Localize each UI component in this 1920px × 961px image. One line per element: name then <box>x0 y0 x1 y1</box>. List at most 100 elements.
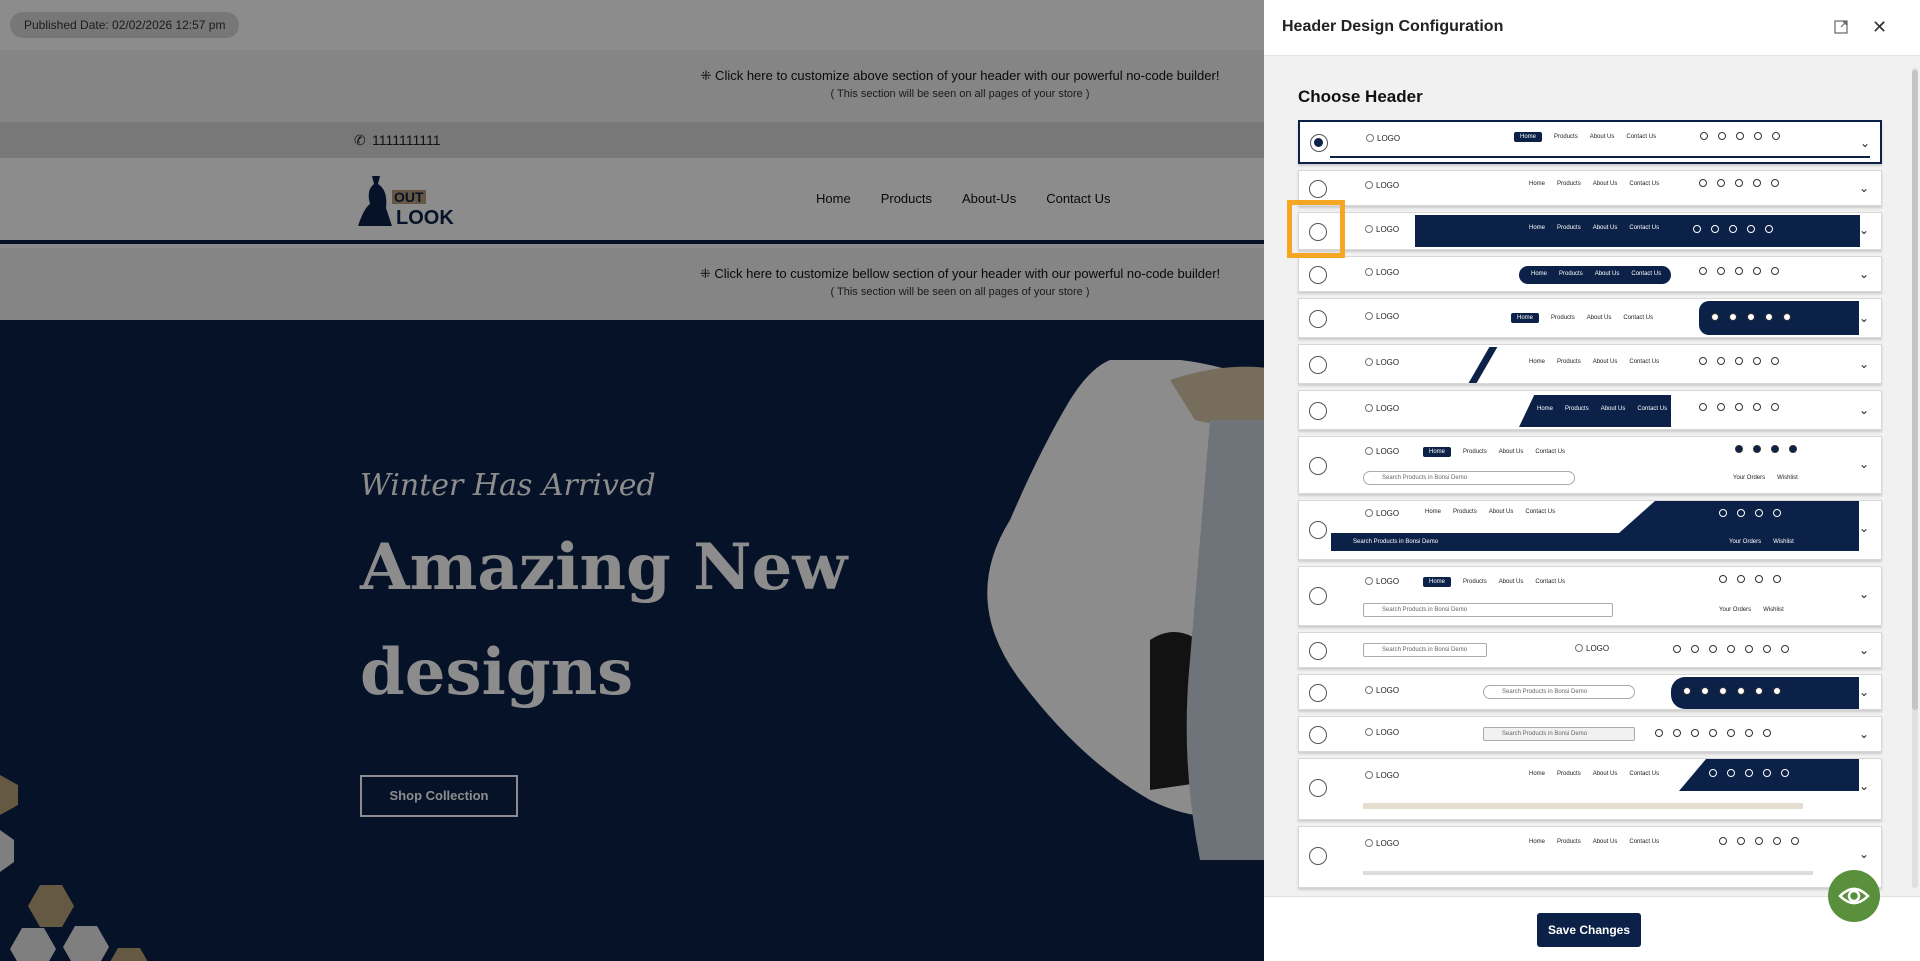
chevron-down-icon[interactable]: ⌄ <box>1859 267 1869 281</box>
header-option-radio[interactable] <box>1310 134 1328 152</box>
header-option-radio[interactable] <box>1309 457 1327 475</box>
header-option-radio[interactable] <box>1309 180 1327 198</box>
header-option-2[interactable]: LOGO Home Products About Us Contact Us ⌄ <box>1298 170 1882 206</box>
mini-nav: Home Products About Us Contact Us <box>1425 509 1555 515</box>
mini-icons <box>1699 357 1779 365</box>
logo-text-bottom: LOOK <box>396 207 454 229</box>
preview-eye-button[interactable] <box>1828 870 1880 922</box>
chevron-down-icon[interactable]: ⌄ <box>1859 223 1869 237</box>
mini-slash <box>1468 347 1498 383</box>
header-option-radio[interactable] <box>1309 587 1327 605</box>
header-option-4[interactable]: LOGO Home Products About Us Contact Us ⌄ <box>1298 256 1882 292</box>
customize-above-section[interactable]: ⁜ Click here to customize above section … <box>0 50 1264 122</box>
chevron-down-icon[interactable]: ⌄ <box>1859 685 1869 699</box>
mini-nav-products: Products <box>1557 181 1581 187</box>
mini-nav: Home Products About Us Contact Us <box>1529 359 1659 365</box>
mini-search-label: Search Products in Bonsi Demo <box>1353 539 1439 545</box>
mini-wishlist: Wishlist <box>1777 475 1798 481</box>
mini-nav-home: Home <box>1423 447 1452 457</box>
chevron-down-icon[interactable]: ⌄ <box>1859 779 1869 793</box>
save-changes-button[interactable]: Save Changes <box>1537 913 1641 947</box>
published-date-badge: Published Date: 02/02/2026 12:57 pm <box>10 12 240 38</box>
mini-nav-home: Home <box>1531 271 1548 277</box>
mini-orders-wishlist: Your Orders Wishlist <box>1733 475 1798 481</box>
mini-icons <box>1700 132 1780 140</box>
header-option-10[interactable]: LOGO Home Products About Us Contact Us S… <box>1298 566 1882 626</box>
hex-decoration <box>0 775 148 961</box>
mini-nav-about: About Us <box>1592 225 1618 231</box>
header-option-radio[interactable] <box>1309 266 1327 284</box>
mini-nav: Home Products About Us Contact Us <box>1529 839 1659 845</box>
panel-scrollbar-thumb[interactable] <box>1912 70 1918 710</box>
store-nav-about[interactable]: About-Us <box>962 191 1016 206</box>
mini-icons <box>1735 445 1797 453</box>
chevron-down-icon[interactable]: ⌄ <box>1859 403 1869 417</box>
header-option-8[interactable]: LOGO Home Products About Us Contact Us S… <box>1298 436 1882 494</box>
phone-row: ✆ 1111111111 <box>0 122 1264 158</box>
store-preview: Published Date: 02/02/2026 12:57 pm ⁜ Cl… <box>0 0 1264 961</box>
hero-script-text: Winter Has Arrived <box>360 468 656 503</box>
mini-nav-products: Products <box>1554 134 1578 140</box>
mini-nav: Home Products About Us Contact Us <box>1529 181 1659 187</box>
header-option-12[interactable]: LOGO Search Products in Bonsi Demo ⌄ <box>1298 674 1882 710</box>
mini-search: Search Products in Bonsi Demo <box>1363 643 1487 657</box>
mini-icons <box>1655 729 1771 737</box>
header-option-14[interactable]: LOGO Home Products About Us Contact Us ⌄ <box>1298 758 1882 820</box>
header-option-15[interactable]: LOGO Home Products About Us Contact Us ⌄ <box>1298 826 1882 888</box>
header-option-radio[interactable] <box>1309 642 1327 660</box>
eye-icon <box>1838 887 1870 905</box>
header-option-radio[interactable] <box>1309 521 1327 539</box>
expand-icon[interactable] <box>1834 20 1848 34</box>
header-option-radio[interactable] <box>1309 847 1327 865</box>
mini-orders: Your Orders <box>1733 475 1766 481</box>
header-option-7[interactable]: LOGO Home Products About Us Contact Us ⌄ <box>1298 390 1882 430</box>
mini-nav-contact: Contact Us <box>1637 406 1668 412</box>
header-option-11[interactable]: Search Products in Bonsi Demo LOGO ⌄ <box>1298 632 1882 668</box>
chevron-down-icon[interactable]: ⌄ <box>1859 847 1869 861</box>
chevron-down-icon[interactable]: ⌄ <box>1859 643 1869 657</box>
store-nav-products[interactable]: Products <box>881 191 932 206</box>
panel-header: Header Design Configuration ✕ <box>1264 0 1920 56</box>
header-option-radio[interactable] <box>1309 402 1327 420</box>
shop-collection-button[interactable]: Shop Collection <box>360 775 518 817</box>
mini-nav-products: Products <box>1551 315 1575 321</box>
header-option-radio[interactable] <box>1309 356 1327 374</box>
chevron-down-icon[interactable]: ⌄ <box>1859 457 1869 471</box>
mini-nav-home: Home <box>1511 313 1540 323</box>
header-option-radio[interactable] <box>1309 779 1327 797</box>
header-option-9[interactable]: LOGO Home Products About Us Contact Us S… <box>1298 500 1882 560</box>
header-option-radio[interactable] <box>1309 684 1327 702</box>
header-option-6[interactable]: LOGO Home Products About Us Contact Us ⌄ <box>1298 344 1882 384</box>
mini-nav: Home Products About Us Contact Us <box>1531 271 1661 277</box>
chevron-down-icon[interactable]: ⌄ <box>1860 136 1870 150</box>
mini-nav-home: Home <box>1529 181 1546 187</box>
mini-icons <box>1693 225 1773 233</box>
header-option-radio[interactable] <box>1309 726 1327 744</box>
mini-nav: Home Products About Us Contact Us <box>1511 313 1653 323</box>
chevron-down-icon[interactable]: ⌄ <box>1859 311 1869 325</box>
customize-below-section[interactable]: ⁜ Click here to customize bellow section… <box>0 248 1264 320</box>
header-option-13[interactable]: LOGO Search Products in Bonsi Demo ⌄ <box>1298 716 1882 752</box>
close-icon[interactable]: ✕ <box>1872 18 1887 36</box>
panel-body: Choose Header LOGO Home Products About U… <box>1264 56 1920 896</box>
mini-nav-contact: Contact Us <box>1631 271 1662 277</box>
mini-icons <box>1673 645 1789 653</box>
header-option-1[interactable]: LOGO Home Products About Us Contact Us ⌄ <box>1298 120 1882 164</box>
phone-icon: ✆ <box>354 132 366 148</box>
header-option-3[interactable]: LOGO Home Products About Us Contact Us ⌄ <box>1298 212 1882 250</box>
chevron-down-icon[interactable]: ⌄ <box>1859 181 1869 195</box>
header-option-5[interactable]: LOGO Home Products About Us Contact Us ⌄ <box>1298 298 1882 338</box>
mini-logo: LOGO <box>1365 728 1399 737</box>
mini-nav-contact: Contact Us <box>1535 449 1566 455</box>
chevron-down-icon[interactable]: ⌄ <box>1859 727 1869 741</box>
mini-orders: Your Orders <box>1719 607 1752 613</box>
header-option-radio[interactable] <box>1309 310 1327 328</box>
mini-logo: LOGO <box>1365 358 1399 367</box>
chevron-down-icon[interactable]: ⌄ <box>1859 357 1869 371</box>
store-nav-contact[interactable]: Contact Us <box>1046 191 1110 206</box>
store-nav-home[interactable]: Home <box>816 191 851 206</box>
mini-nav-about: About Us <box>1592 839 1618 845</box>
chevron-down-icon[interactable]: ⌄ <box>1859 521 1869 535</box>
store-logo[interactable]: OUT LOOK <box>352 168 462 234</box>
chevron-down-icon[interactable]: ⌄ <box>1859 587 1869 601</box>
